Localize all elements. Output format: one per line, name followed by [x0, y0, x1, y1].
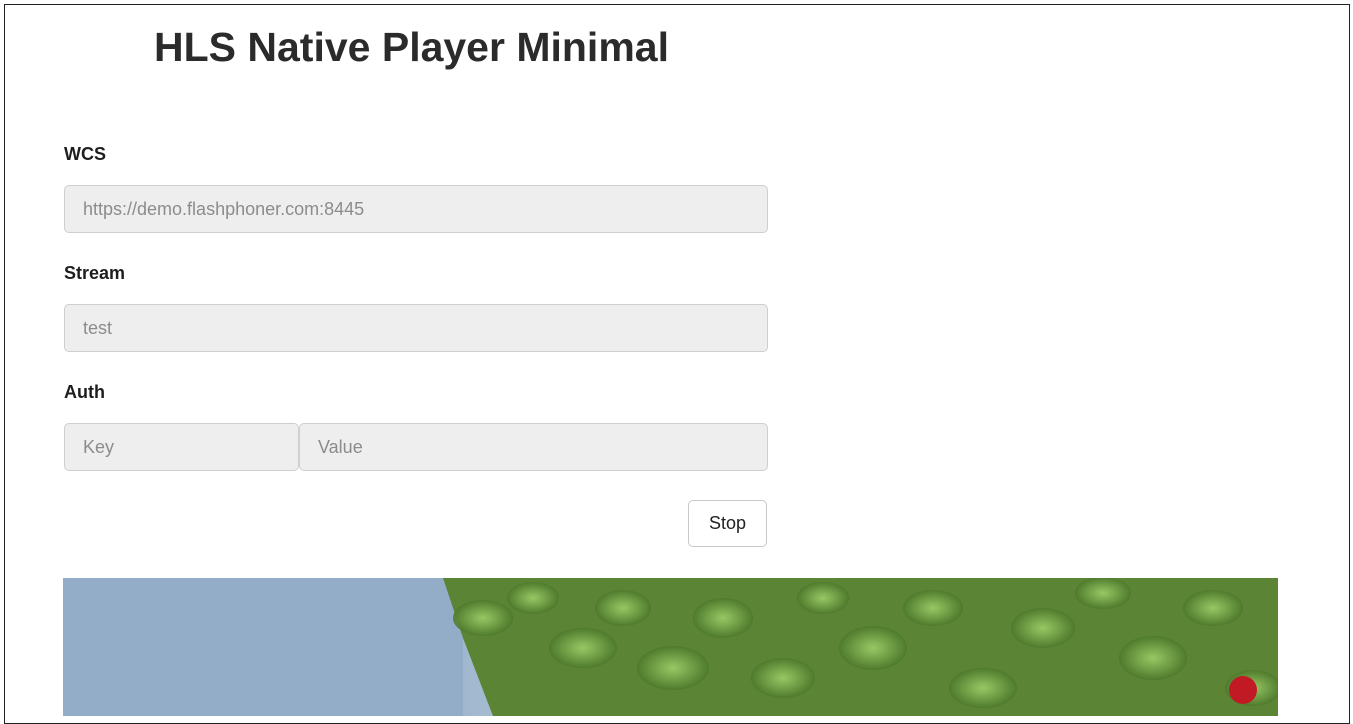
auth-key-field[interactable]: Key	[64, 423, 299, 471]
auth-value-field[interactable]: Value	[299, 423, 768, 471]
auth-label: Auth	[64, 382, 105, 402]
video-player[interactable]	[63, 578, 1278, 716]
wcs-label: WCS	[64, 144, 106, 164]
wcs-url-field[interactable]: https://demo.flashphoner.com:8445	[64, 185, 768, 233]
video-frame-foliage	[63, 578, 1278, 716]
stream-name-field[interactable]: test	[64, 304, 768, 352]
page-title: HLS Native Player Minimal	[154, 24, 669, 70]
stop-button[interactable]: Stop	[688, 500, 767, 547]
stream-label: Stream	[64, 263, 126, 283]
